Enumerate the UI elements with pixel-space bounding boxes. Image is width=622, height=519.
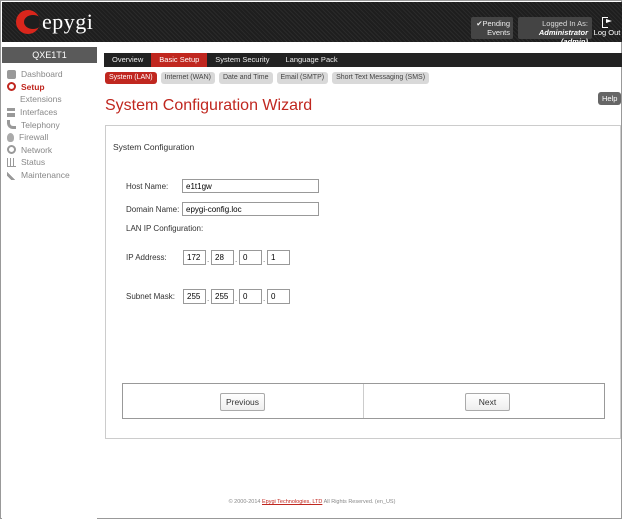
gear-icon: [7, 82, 16, 92]
tab-language-pack[interactable]: Language Pack: [277, 53, 345, 67]
sidebar-item-maintenance[interactable]: Maintenance: [2, 169, 97, 182]
ip-octet-4[interactable]: [267, 250, 290, 265]
dashboard-icon: [7, 69, 16, 79]
sidebar-item-network[interactable]: Network: [2, 144, 97, 157]
section-title: System Configuration: [113, 142, 195, 152]
sidebar-item-dashboard[interactable]: Dashboard: [2, 68, 97, 81]
globe-icon: [7, 145, 16, 155]
logout-label: Log Out: [593, 28, 621, 37]
device-name: QXE1T1: [2, 47, 97, 63]
pending-label: ✔Pending: [476, 19, 510, 28]
mask-octet-4[interactable]: [267, 289, 290, 304]
logo[interactable]: epygi: [16, 8, 93, 36]
subtab-sms[interactable]: Short Text Messaging (SMS): [332, 72, 430, 84]
footer: © 2000-2014 Epygi Technologies, LTD All …: [1, 499, 622, 505]
footer-rights: All Rights Reserved. (en_US): [323, 499, 396, 505]
sidebar-item-label: Maintenance: [21, 170, 70, 181]
ip-separator: .: [263, 255, 266, 264]
ip-address-label: IP Address:: [126, 253, 167, 262]
next-button[interactable]: Next: [465, 393, 510, 411]
host-name-input[interactable]: [182, 179, 319, 193]
mask-separator: .: [207, 294, 210, 303]
subnet-mask-label: Subnet Mask:: [126, 292, 175, 301]
sidebar-item-label: Telephony: [21, 119, 60, 130]
sidebar-item-label: Setup: [21, 81, 45, 92]
sidebar: QXE1T1 Dashboard Setup Extensions Interf…: [2, 42, 97, 519]
sidebar-item-label: Network: [21, 144, 53, 155]
help-button[interactable]: Help: [598, 92, 622, 105]
footer-company-link[interactable]: Epygi Technologies, LTD: [262, 499, 322, 505]
logout-icon: [602, 17, 612, 28]
subtab-system-lan[interactable]: System (LAN): [105, 72, 157, 84]
logged-in-user: Administrator (admin): [538, 28, 588, 46]
mask-separator: .: [263, 294, 266, 303]
main-tabs: Overview Basic Setup System Security Lan…: [104, 53, 622, 67]
events-label: Events: [487, 28, 510, 37]
sub-tabs: System (LAN) Internet (WAN) Date and Tim…: [105, 72, 430, 84]
window-frame: epygi ✔Pending Events Logged In As: Admi…: [0, 0, 622, 519]
sidebar-item-setup[interactable]: Setup: [2, 81, 97, 94]
sidebar-item-label: Interfaces: [20, 107, 58, 118]
mask-separator: .: [235, 294, 238, 303]
ip-separator: .: [207, 255, 210, 264]
top-header: epygi ✔Pending Events Logged In As: Admi…: [2, 2, 622, 46]
logo-text: epygi: [42, 9, 94, 34]
domain-name-label: Domain Name:: [126, 205, 180, 214]
mask-octet-1[interactable]: [183, 289, 206, 304]
tab-system-security[interactable]: System Security: [207, 53, 277, 67]
tab-overview[interactable]: Overview: [104, 53, 151, 67]
logged-in-label: Logged In As:: [542, 19, 588, 28]
fire-icon: [7, 132, 14, 142]
mask-octet-2[interactable]: [211, 289, 234, 304]
nav-divider: [363, 384, 364, 418]
subtab-email-smtp[interactable]: Email (SMTP): [276, 72, 329, 84]
footer-copyright: © 2000-2014: [228, 499, 261, 505]
sidebar-item-label: Status: [21, 157, 46, 168]
sidebar-item-firewall[interactable]: Firewall: [2, 131, 97, 144]
domain-name-input[interactable]: [182, 202, 319, 216]
previous-button[interactable]: Previous: [220, 393, 265, 411]
lan-ip-config-label: LAN IP Configuration:: [126, 224, 204, 233]
tab-basic-setup[interactable]: Basic Setup: [151, 53, 208, 67]
logo-mark-icon: [16, 10, 40, 34]
sidebar-item-interfaces[interactable]: Interfaces: [2, 106, 97, 119]
sidebar-item-label: Firewall: [19, 132, 49, 143]
pending-events-button[interactable]: ✔Pending Events: [471, 17, 513, 39]
subtab-internet-wan[interactable]: Internet (WAN): [160, 72, 215, 84]
sidebar-item-status[interactable]: Status: [2, 156, 97, 169]
sidebar-item-label: Extensions: [20, 94, 62, 105]
logged-in-info: Logged In As: Administrator (admin): [518, 17, 592, 46]
sidebar-menu: Dashboard Setup Extensions Interfaces Te…: [2, 68, 97, 181]
wizard-navigation: Previous Next: [122, 383, 605, 419]
sidebar-item-telephony[interactable]: Telephony: [2, 118, 97, 131]
chart-icon: [7, 157, 16, 167]
mask-octet-3[interactable]: [239, 289, 262, 304]
ip-octet-2[interactable]: [211, 250, 234, 265]
wrench-icon: [7, 170, 16, 180]
logout-button[interactable]: Log Out: [593, 15, 621, 41]
subtab-date-time[interactable]: Date and Time: [218, 72, 273, 84]
sidebar-item-extensions[interactable]: Extensions: [2, 93, 97, 106]
interfaces-icon: [7, 107, 15, 117]
page-title: System Configuration Wizard: [105, 97, 313, 114]
ip-octet-3[interactable]: [239, 250, 262, 265]
host-name-label: Host Name:: [126, 182, 169, 191]
phone-icon: [7, 120, 16, 130]
wizard-panel: System Configuration Host Name: Domain N…: [105, 125, 621, 439]
sidebar-item-label: Dashboard: [21, 69, 63, 80]
ip-octet-1[interactable]: [183, 250, 206, 265]
ip-separator: .: [235, 255, 238, 264]
